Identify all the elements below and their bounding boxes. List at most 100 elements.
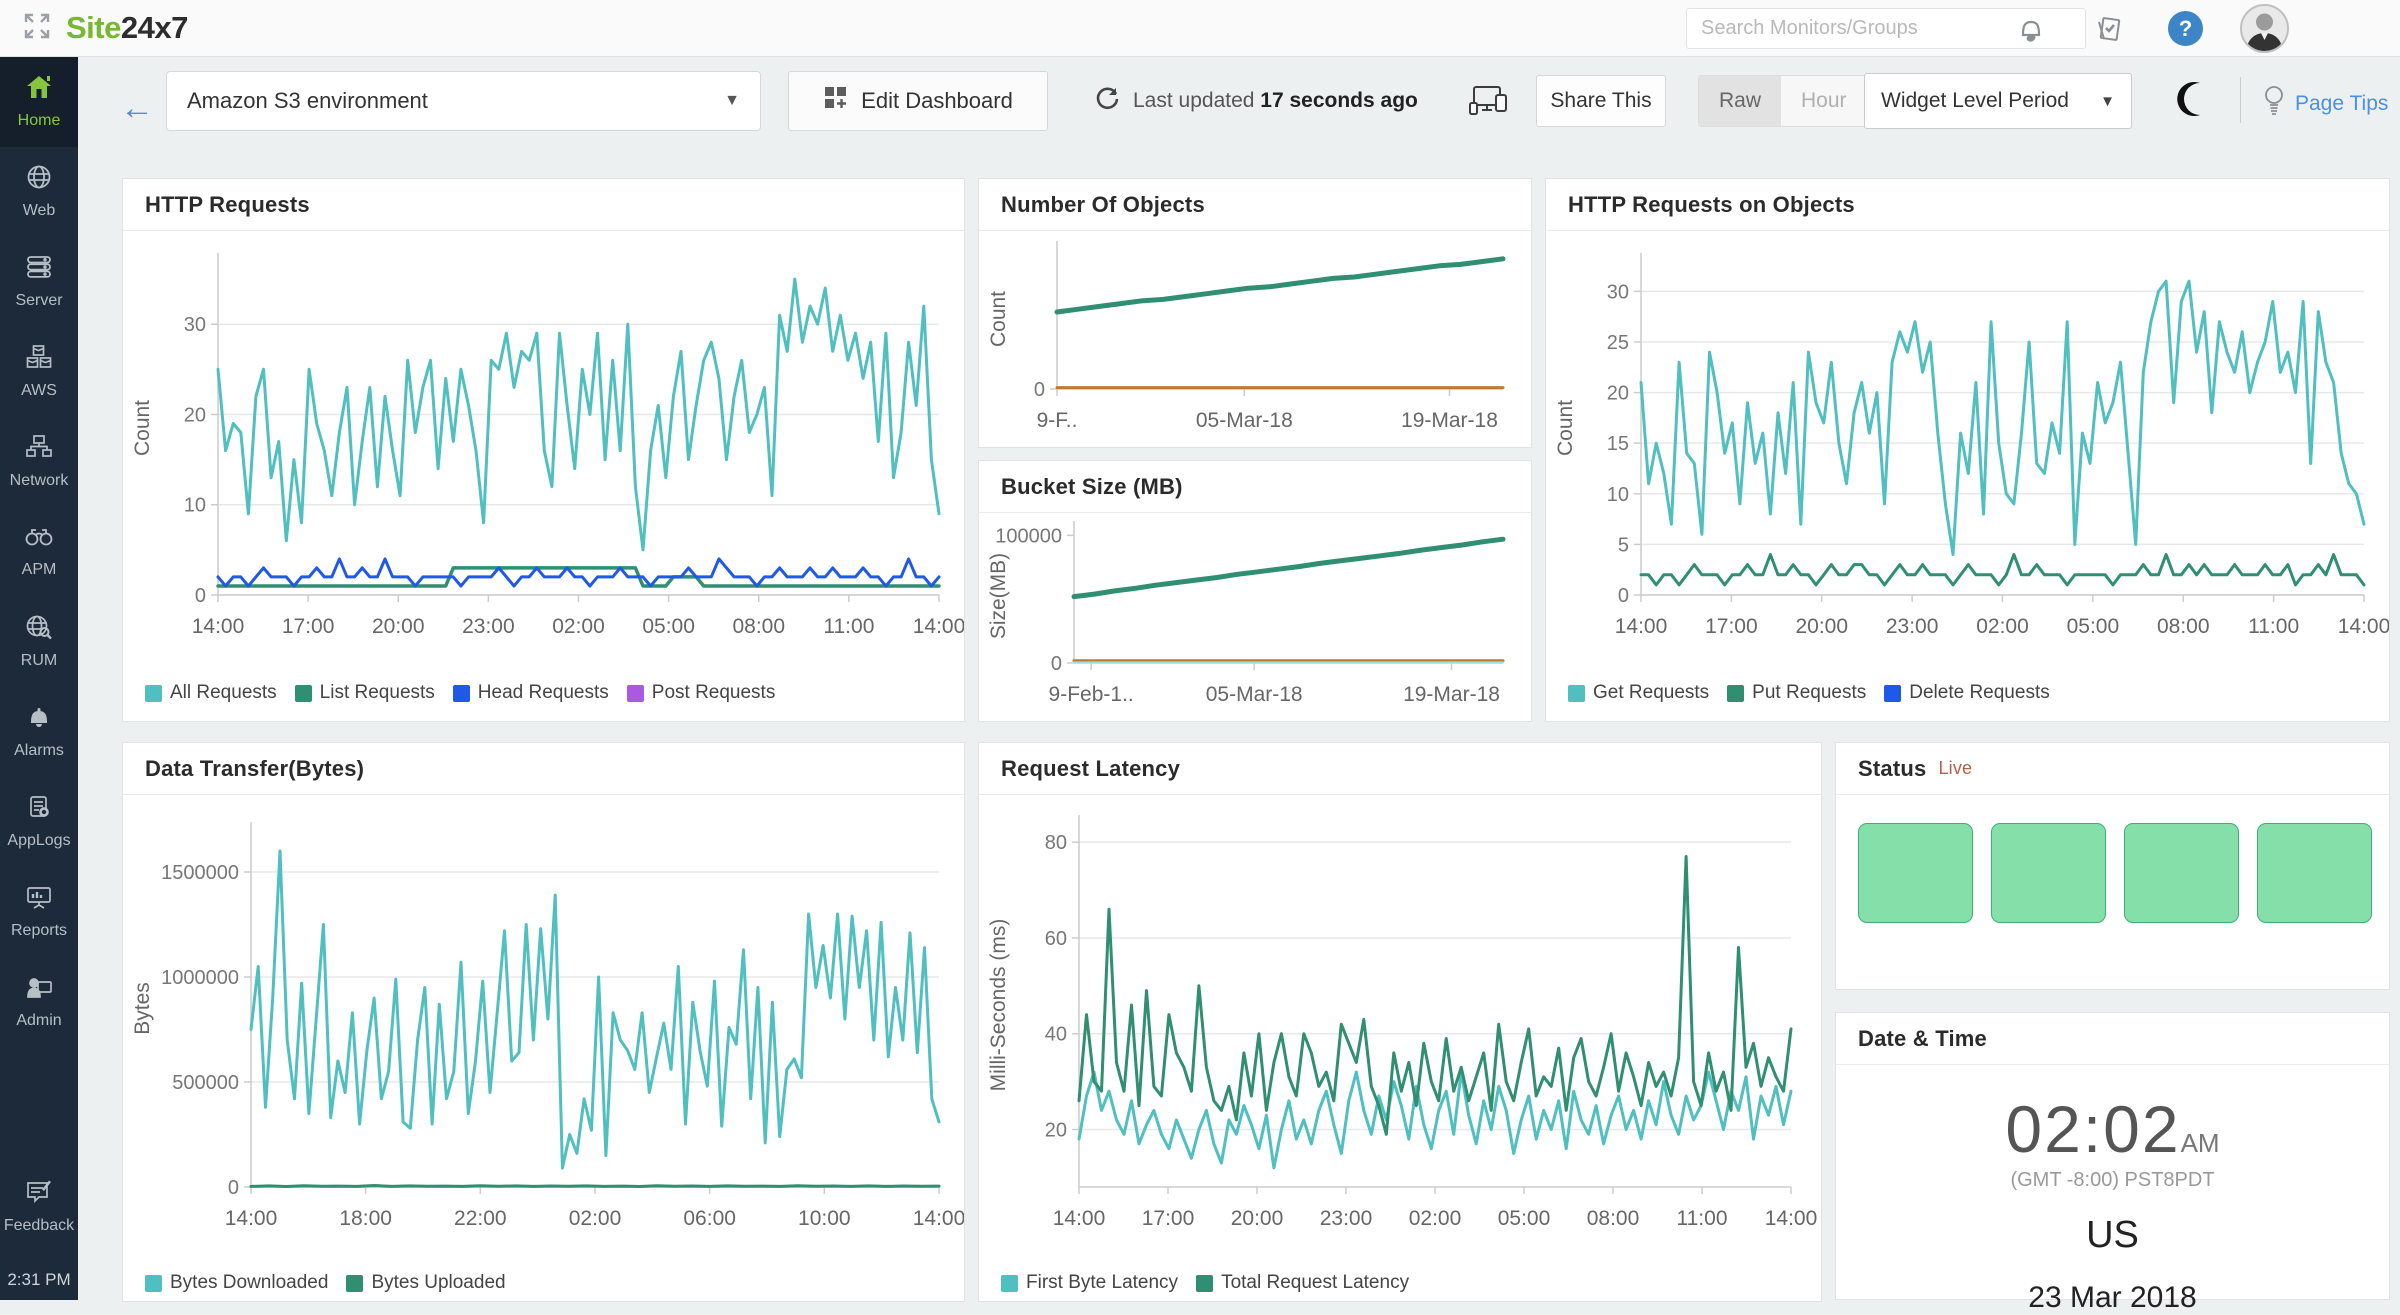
page-tips-link[interactable]: Page Tips (2262, 85, 2388, 123)
svg-text:23:00: 23:00 (1886, 615, 1939, 638)
chevron-down-icon: ▼ (2100, 93, 2115, 110)
svg-text:40: 40 (1045, 1024, 1067, 1046)
sidebar-item-aws[interactable]: AWS (0, 327, 78, 417)
notifications-bell-icon[interactable] (2012, 10, 2050, 48)
status-square[interactable] (1858, 823, 1973, 923)
app-logo[interactable]: Site24x7 (66, 10, 188, 46)
admin-icon (25, 974, 53, 1005)
panel-status: Status Live (1835, 742, 2390, 990)
sidebar-nav: Home Web Server AWS Network APM RUM (0, 57, 78, 1300)
legend-swatch (1001, 1275, 1018, 1292)
back-arrow[interactable]: ← (120, 89, 154, 128)
svg-text:10:00: 10:00 (798, 1207, 851, 1230)
svg-text:14:00: 14:00 (1053, 1207, 1106, 1230)
top-bar: Site24x7 ? (0, 0, 2400, 57)
chart-legend: Bytes Downloaded Bytes Uploaded (123, 1272, 964, 1294)
edit-dashboard-button[interactable]: Edit Dashboard (788, 71, 1048, 131)
raw-hour-toggle: Raw Hour (1698, 75, 1868, 127)
panel-request-latency: Request Latency 2040608014:0017:0020:002… (978, 742, 1822, 1302)
refresh-icon[interactable] (1094, 85, 1121, 117)
region-label: US (1836, 1214, 2389, 1257)
sidebar-item-reports[interactable]: Reports (0, 867, 78, 957)
header-divider (2240, 77, 2241, 123)
server-icon (25, 254, 53, 285)
sidebar-item-server[interactable]: Server (0, 237, 78, 327)
panel-title: HTTP Requests on Objects (1546, 179, 2389, 231)
sidebar-item-admin[interactable]: Admin (0, 957, 78, 1047)
svg-text:Count: Count (131, 400, 154, 456)
dashboard-header: ← Amazon S3 environment ▼ Edit Dashboard… (78, 57, 2400, 167)
svg-text:05:00: 05:00 (2067, 615, 2120, 638)
sidebar-item-web[interactable]: Web (0, 147, 78, 237)
svg-text:11:00: 11:00 (823, 615, 874, 638)
svg-text:05-Mar-18: 05-Mar-18 (1196, 409, 1293, 432)
panel-bucket-size: Bucket Size (MB) 01000009-Feb-1..05-Mar-… (978, 460, 1532, 722)
svg-text:06:00: 06:00 (683, 1207, 736, 1230)
svg-text:08:00: 08:00 (1587, 1207, 1640, 1230)
svg-text:14:00: 14:00 (192, 615, 245, 638)
panel-title: Data Transfer(Bytes) (123, 743, 964, 795)
sidebar-item-network[interactable]: Network (0, 417, 78, 507)
request-latency-chart: 2040608014:0017:0020:0023:0002:0005:0008… (979, 795, 1821, 1257)
svg-text:15: 15 (1607, 433, 1629, 455)
dashboard-selector[interactable]: Amazon S3 environment ▼ (166, 71, 761, 131)
legend-swatch (346, 1275, 363, 1292)
dashboard-grid-icon (823, 85, 849, 117)
svg-text:05-Mar-18: 05-Mar-18 (1206, 683, 1303, 706)
svg-text:Milli-Seconds (ms): Milli-Seconds (ms) (987, 919, 1010, 1092)
svg-text:9-Feb-1..: 9-Feb-1.. (1049, 683, 1134, 706)
svg-text:60: 60 (1045, 928, 1067, 950)
binoculars-icon (24, 525, 54, 554)
status-squares (1836, 795, 2389, 923)
chart-legend: Get Requests Put Requests Delete Request… (1546, 682, 2389, 704)
live-badge: Live (1938, 758, 1972, 779)
svg-text:02:00: 02:00 (552, 615, 605, 638)
user-avatar[interactable] (2240, 4, 2289, 53)
svg-text:17:00: 17:00 (1705, 615, 1758, 638)
cubes-icon (25, 344, 53, 375)
svg-text:08:00: 08:00 (732, 615, 785, 638)
dark-mode-moon-icon[interactable] (2174, 79, 2214, 124)
sidebar-item-home[interactable]: Home (0, 57, 78, 147)
http-requests-on-objects-chart: 05101520253014:0017:0020:0023:0002:0005:… (1546, 231, 2389, 667)
devices-icon[interactable] (1468, 83, 1510, 124)
feedback-icon (25, 1179, 53, 1210)
panel-number-of-objects: Number Of Objects 09-F..05-Mar-1819-Mar-… (978, 178, 1532, 448)
svg-text:22:00: 22:00 (454, 1207, 507, 1230)
widget-level-period-dropdown[interactable]: Widget Level Period ▼ (1864, 73, 2132, 129)
status-square[interactable] (2257, 823, 2372, 923)
sidebar-item-applogs[interactable]: AppLogs (0, 777, 78, 867)
sidebar-clock: 2:31 PM (0, 1270, 78, 1290)
share-this-button[interactable]: Share This (1536, 75, 1666, 127)
help-icon[interactable]: ? (2168, 11, 2203, 46)
svg-text:11:00: 11:00 (2248, 615, 2299, 638)
network-icon (25, 434, 53, 465)
svg-text:11:00: 11:00 (1677, 1207, 1728, 1230)
panel-http-requests: HTTP Requests 010203014:0017:0020:0023:0… (122, 178, 965, 722)
svg-text:25: 25 (1607, 332, 1629, 354)
sidebar-item-rum[interactable]: RUM (0, 597, 78, 687)
toggle-hour[interactable]: Hour (1781, 76, 1867, 126)
svg-text:08:00: 08:00 (2157, 615, 2210, 638)
status-square[interactable] (1991, 823, 2106, 923)
expand-icon[interactable] (22, 11, 52, 46)
legend-swatch (627, 685, 644, 702)
sidebar-item-feedback[interactable]: Feedback (0, 1162, 78, 1252)
status-square[interactable] (2124, 823, 2239, 923)
panel-title: HTTP Requests (123, 179, 964, 231)
toggle-raw[interactable]: Raw (1699, 76, 1781, 126)
clock-time: 02:02AM (1836, 1091, 2389, 1167)
svg-text:9-F..: 9-F.. (1037, 409, 1078, 432)
legend-swatch (1727, 685, 1744, 702)
panel-date-time: Date & Time 02:02AM (GMT -8:00) PST8PDT … (1835, 1012, 2390, 1300)
tasks-icon[interactable] (2090, 10, 2128, 48)
data-transfer-chart: 05000001000000150000014:0018:0022:0002:0… (123, 795, 964, 1257)
applogs-icon (26, 794, 52, 825)
chart-legend: All Requests List Requests Head Requests… (123, 682, 964, 704)
sidebar-item-apm[interactable]: APM (0, 507, 78, 597)
svg-text:02:00: 02:00 (1409, 1207, 1462, 1230)
sidebar-item-alarms[interactable]: Alarms (0, 687, 78, 777)
timezone-label: (GMT -8:00) PST8PDT (1836, 1169, 2389, 1192)
svg-text:0: 0 (1051, 653, 1062, 675)
svg-text:0: 0 (195, 585, 206, 607)
